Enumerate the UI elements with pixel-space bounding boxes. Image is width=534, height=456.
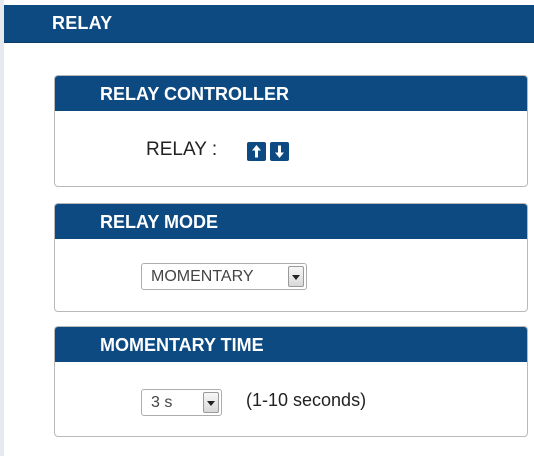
relay-down-button[interactable] xyxy=(270,142,289,161)
relay-up-button[interactable] xyxy=(247,142,266,161)
momentary-time-value: 3 s xyxy=(151,394,173,411)
relay-mode-title: RELAY MODE xyxy=(55,204,527,239)
relay-mode-select[interactable]: MOMENTARY xyxy=(141,263,307,290)
page-header: RELAY xyxy=(4,5,534,43)
momentary-time-panel: MOMENTARY TIME 3 s (1-10 seconds) xyxy=(54,326,528,437)
momentary-time-range-note: (1-10 seconds) xyxy=(246,390,367,410)
relay-mode-panel: RELAY MODE MOMENTARY xyxy=(54,203,528,312)
chevron-down-icon[interactable] xyxy=(288,266,304,287)
momentary-time-select[interactable]: 3 s xyxy=(141,389,222,416)
relay-mode-value: MOMENTARY xyxy=(151,268,254,285)
relay-label: RELAY : xyxy=(146,139,218,160)
momentary-time-title: MOMENTARY TIME xyxy=(55,327,527,362)
arrow-up-icon xyxy=(252,145,261,158)
arrow-down-icon xyxy=(275,145,284,158)
chevron-down-icon[interactable] xyxy=(203,392,219,413)
left-border xyxy=(0,0,4,456)
page-title: RELAY xyxy=(52,13,113,33)
relay-page: RELAY RELAY CONTROLLER RELAY : RELAY MOD… xyxy=(0,0,534,456)
relay-controller-title: RELAY CONTROLLER xyxy=(55,76,527,111)
relay-controller-panel: RELAY CONTROLLER RELAY : xyxy=(54,75,528,187)
